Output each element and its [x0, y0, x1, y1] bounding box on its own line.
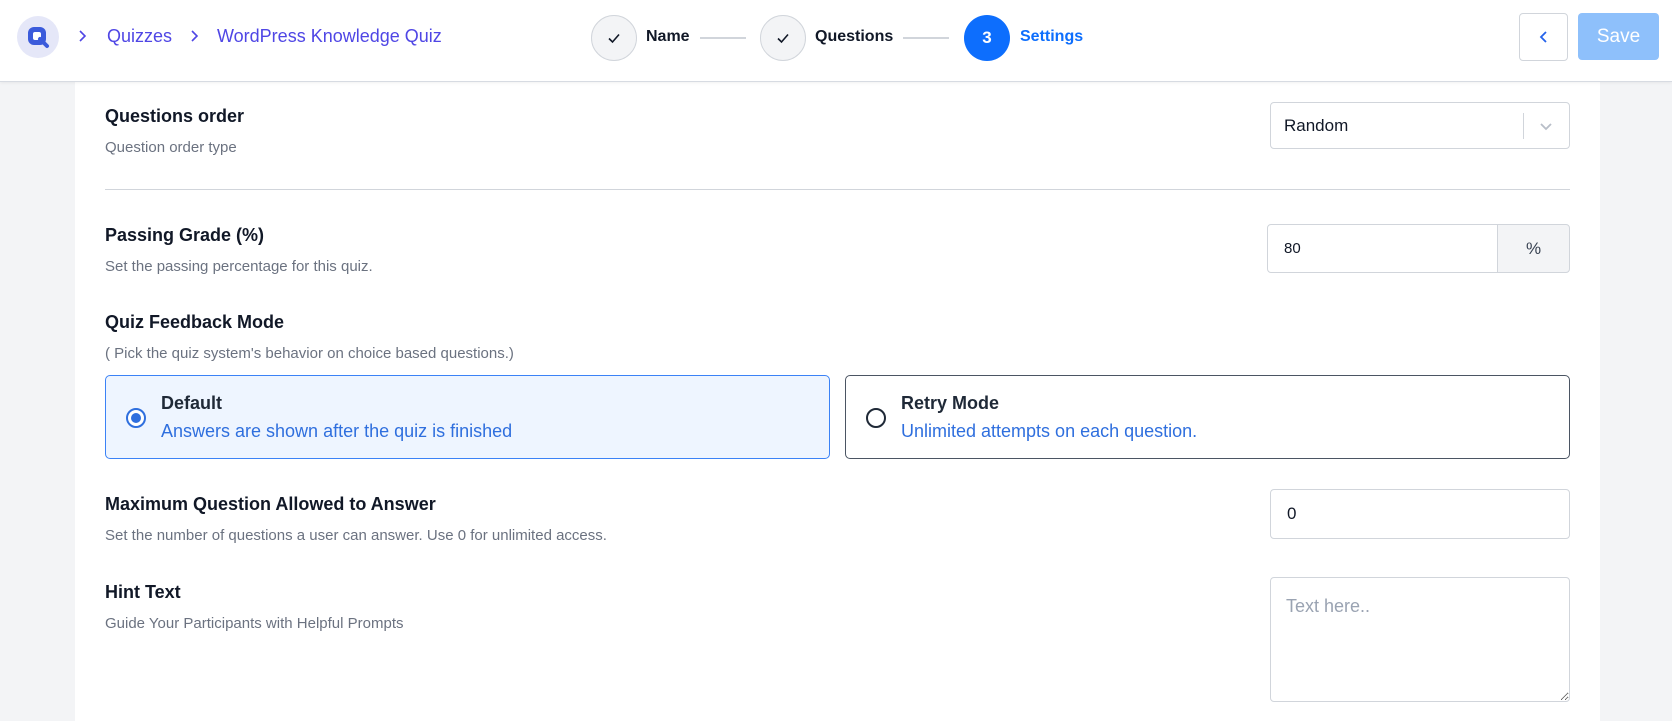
step-name-label[interactable]: Name — [646, 28, 690, 46]
hint-text-description: Guide Your Participants with Helpful Pro… — [105, 615, 404, 632]
step-questions-label[interactable]: Questions — [815, 28, 893, 46]
chevron-right-icon — [190, 26, 200, 51]
step-name-check[interactable] — [591, 15, 637, 61]
check-icon — [608, 33, 620, 44]
step-settings-label[interactable]: Settings — [1020, 28, 1083, 46]
questions-order-value: Random — [1284, 116, 1349, 135]
questions-order-select[interactable]: Random — [1270, 102, 1570, 149]
retry-mode-description: Unlimited attempts on each question. — [901, 421, 1198, 441]
section-divider — [105, 189, 1570, 190]
feedback-mode-description: ( Pick the quiz system's behavior on cho… — [105, 345, 514, 362]
breadcrumb-quiz-name[interactable]: WordPress Knowledge Quiz — [217, 26, 442, 47]
check-icon — [777, 33, 789, 44]
feedback-mode-retry-card[interactable]: Retry Mode Unlimited attempts on each qu… — [845, 375, 1570, 459]
questions-order-title: Questions order — [105, 106, 245, 126]
feedback-mode-title: Quiz Feedback Mode — [105, 312, 285, 332]
default-radio[interactable] — [126, 408, 146, 428]
chevron-left-icon — [1539, 31, 1547, 43]
percent-addon: % — [1497, 224, 1570, 273]
step-connector — [700, 37, 746, 39]
step-questions-check[interactable] — [760, 15, 806, 61]
default-mode-description: Answers are shown after the quiz is fini… — [161, 421, 513, 441]
default-mode-title: Default — [161, 393, 223, 413]
passing-grade-title: Passing Grade (%) — [105, 225, 265, 245]
max-questions-input[interactable]: 0 — [1270, 489, 1570, 539]
step-settings-number[interactable]: 3 — [964, 15, 1010, 61]
top-bar: Quizzes WordPress Knowledge Quiz Name Qu… — [0, 0, 1672, 82]
save-button[interactable]: Save — [1578, 13, 1659, 60]
passing-grade-description: Set the passing percentage for this quiz… — [105, 258, 373, 275]
chevron-down-icon[interactable] — [1537, 117, 1555, 135]
chevron-right-icon — [78, 26, 88, 51]
passing-grade-input[interactable]: 80 — [1267, 224, 1498, 273]
max-questions-description: Set the number of questions a user can a… — [105, 527, 607, 544]
hint-text-title: Hint Text — [105, 582, 181, 602]
retry-mode-title: Retry Mode — [901, 393, 1000, 413]
max-questions-title: Maximum Question Allowed to Answer — [105, 494, 436, 514]
logo-icon[interactable] — [17, 16, 59, 58]
logo-mark — [28, 27, 49, 48]
feedback-mode-default-card[interactable]: Default Answers are shown after the quiz… — [105, 375, 830, 459]
retry-radio[interactable] — [866, 408, 886, 428]
back-button[interactable] — [1519, 13, 1568, 61]
step-connector — [903, 37, 949, 39]
select-separator — [1523, 113, 1524, 139]
questions-order-description: Question order type — [105, 139, 237, 156]
hint-text-textarea[interactable] — [1270, 577, 1570, 702]
breadcrumb-quizzes[interactable]: Quizzes — [107, 26, 172, 47]
